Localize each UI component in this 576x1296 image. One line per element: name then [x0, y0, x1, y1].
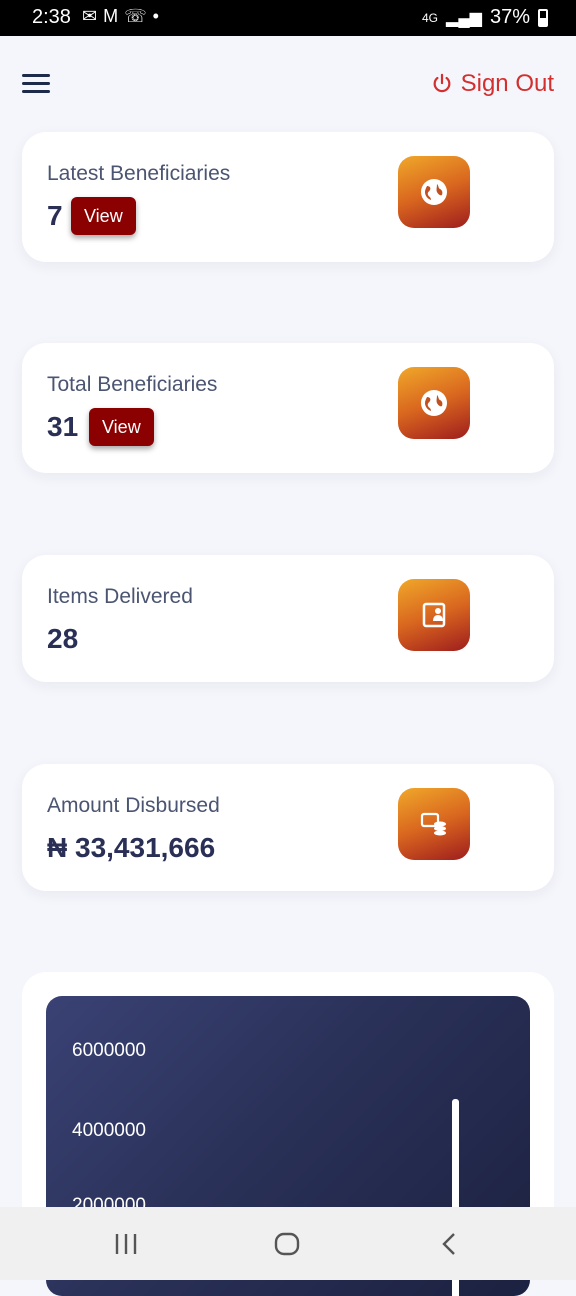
y-tick-label: 6000000	[72, 1040, 146, 1061]
card-label: Amount Disbursed	[47, 794, 220, 817]
y-tick-label: 4000000	[72, 1120, 146, 1141]
latest-beneficiaries-card: Latest Beneficiaries 7 View	[22, 132, 554, 262]
card-value: 28	[47, 623, 79, 654]
globe-icon	[398, 156, 470, 228]
status-right: 4G ▂▄▆ 37%	[422, 6, 548, 29]
money-stack-icon	[398, 788, 470, 860]
card-label: Total Beneficiaries	[47, 373, 218, 396]
top-bar: Sign Out	[0, 36, 576, 126]
power-icon	[433, 73, 451, 93]
card-label: Items Delivered	[47, 585, 193, 608]
sign-out-button[interactable]: Sign Out	[431, 70, 554, 98]
status-time: 2:38	[32, 6, 71, 28]
notification-icons: ✉M☏•	[82, 6, 165, 26]
view-latest-beneficiaries-button[interactable]: View	[71, 197, 136, 235]
card-label: Latest Beneficiaries	[47, 162, 231, 185]
card-value: 31	[47, 411, 79, 442]
hamburger-menu-icon[interactable]	[22, 74, 50, 96]
globe-icon	[398, 367, 470, 439]
amount-disbursed-card: Amount Disbursed ₦ 33,431,666	[22, 764, 554, 891]
sign-out-label: Sign Out	[460, 70, 554, 97]
card-value: 7	[47, 200, 63, 231]
home-icon[interactable]	[274, 1232, 300, 1256]
delivery-icon	[398, 579, 470, 651]
items-delivered-card: Items Delivered 28	[22, 555, 554, 682]
network-type: 4G	[422, 10, 439, 25]
system-nav-bar	[0, 1207, 576, 1280]
battery-icon	[538, 8, 548, 27]
battery-percent: 37%	[489, 6, 530, 28]
total-beneficiaries-card: Total Beneficiaries 31 View	[22, 343, 554, 473]
back-icon[interactable]	[440, 1232, 458, 1256]
recent-apps-icon[interactable]	[114, 1233, 138, 1255]
card-value: ₦ 33,431,666	[47, 832, 216, 863]
signal-icon: ▂▄▆	[446, 9, 482, 27]
status-bar: 2:38 ✉M☏• 4G ▂▄▆ 37%	[0, 0, 576, 36]
view-total-beneficiaries-button[interactable]: View	[89, 408, 154, 446]
